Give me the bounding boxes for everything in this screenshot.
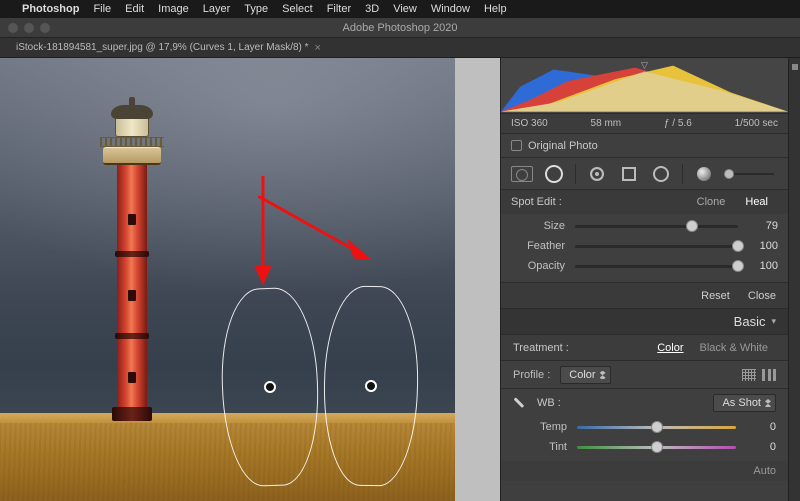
temp-value: 0 bbox=[746, 421, 776, 433]
original-photo-checkbox[interactable] bbox=[511, 140, 522, 151]
reset-button[interactable]: Reset bbox=[701, 290, 730, 302]
wb-sliders: Temp 0 Tint 0 bbox=[501, 417, 788, 461]
radial-tool-icon[interactable] bbox=[650, 163, 672, 185]
document-tabbar: iStock-181894581_super.jpg @ 17,9% (Curv… bbox=[0, 38, 800, 58]
basic-panel-header[interactable]: Basic ▾ bbox=[501, 309, 788, 335]
window-close-icon[interactable] bbox=[8, 23, 18, 33]
document-tab[interactable]: iStock-181894581_super.jpg @ 17,9% (Curv… bbox=[10, 42, 327, 54]
temp-slider[interactable] bbox=[577, 426, 736, 429]
menu-help[interactable]: Help bbox=[484, 3, 507, 15]
annotation-arrow-diag bbox=[258, 196, 378, 276]
menu-3d[interactable]: 3D bbox=[365, 3, 379, 15]
profile-label: Profile : bbox=[513, 369, 550, 381]
spot-edit-sliders: Size 79 Feather 100 Opacity 100 bbox=[501, 214, 788, 283]
treatment-color[interactable]: Color bbox=[649, 340, 691, 356]
treatment-label: Treatment : bbox=[513, 342, 569, 354]
window-title: Adobe Photoshop 2020 bbox=[343, 22, 458, 34]
tint-value: 0 bbox=[746, 441, 776, 453]
profile-select[interactable]: Color bbox=[560, 366, 610, 384]
scroll-up-icon[interactable] bbox=[792, 64, 798, 70]
exif-focal: 58 mm bbox=[591, 118, 622, 129]
spot-edit-header: Spot Edit : Clone Heal bbox=[501, 190, 788, 214]
feather-value: 100 bbox=[748, 240, 778, 252]
menu-type[interactable]: Type bbox=[244, 3, 268, 15]
size-value: 79 bbox=[748, 220, 778, 232]
menu-file[interactable]: File bbox=[93, 3, 111, 15]
original-photo-label: Original Photo bbox=[528, 140, 598, 152]
chevron-down-icon: ▾ bbox=[771, 316, 776, 327]
exif-bar: ISO 360 58 mm ƒ / 5.6 1/500 sec bbox=[501, 114, 788, 134]
original-photo-row[interactable]: Original Photo bbox=[501, 134, 788, 158]
document-tab-label: iStock-181894581_super.jpg @ 17,9% (Curv… bbox=[16, 42, 309, 53]
app-menubar: Photoshop File Edit Image Layer Type Sel… bbox=[0, 0, 800, 18]
clone-mode[interactable]: Clone bbox=[687, 194, 736, 210]
wb-row: WB : As Shot bbox=[501, 389, 788, 417]
profile-grid-icon[interactable] bbox=[742, 369, 756, 381]
opacity-label: Opacity bbox=[511, 260, 565, 272]
profile-list-icon[interactable] bbox=[762, 369, 776, 381]
rect-tool-icon[interactable] bbox=[618, 163, 640, 185]
menu-filter[interactable]: Filter bbox=[327, 3, 351, 15]
exif-aperture: ƒ / 5.6 bbox=[664, 118, 692, 129]
window-traffic-lights bbox=[8, 23, 50, 33]
menu-window[interactable]: Window bbox=[431, 3, 470, 15]
treatment-bw[interactable]: Black & White bbox=[692, 340, 776, 356]
canvas-area[interactable] bbox=[0, 58, 455, 501]
opacity-slider[interactable] bbox=[575, 265, 738, 268]
auto-label: Auto bbox=[753, 465, 776, 477]
spot-pin-icon bbox=[264, 381, 276, 393]
radial-center-icon[interactable] bbox=[586, 163, 608, 185]
profile-row: Profile : Color bbox=[501, 361, 788, 389]
menu-view[interactable]: View bbox=[393, 3, 417, 15]
exif-iso: ISO 360 bbox=[511, 118, 548, 129]
gradient-tool-icon[interactable] bbox=[693, 163, 715, 185]
tool-slider[interactable] bbox=[729, 173, 774, 175]
auto-row[interactable]: Auto bbox=[501, 461, 788, 481]
spot-tool-icon[interactable] bbox=[543, 163, 565, 185]
menu-photoshop[interactable]: Photoshop bbox=[22, 3, 79, 15]
menu-layer[interactable]: Layer bbox=[203, 3, 231, 15]
separator bbox=[575, 164, 576, 184]
treatment-row: Treatment : Color Black & White bbox=[501, 335, 788, 361]
size-label: Size bbox=[511, 220, 565, 232]
histogram[interactable]: ▽ bbox=[501, 58, 788, 114]
tint-slider[interactable] bbox=[577, 446, 736, 449]
close-button[interactable]: Close bbox=[748, 290, 776, 302]
close-tab-icon[interactable]: × bbox=[315, 42, 321, 54]
menu-edit[interactable]: Edit bbox=[125, 3, 144, 15]
canvas-gutter bbox=[455, 58, 500, 501]
spot-pin-icon bbox=[365, 380, 377, 392]
wb-label: WB : bbox=[537, 397, 561, 409]
basic-title: Basic bbox=[734, 314, 766, 329]
menu-image[interactable]: Image bbox=[158, 3, 189, 15]
spot-edit-title: Spot Edit : bbox=[511, 196, 562, 208]
feather-slider[interactable] bbox=[575, 245, 738, 248]
opacity-value: 100 bbox=[748, 260, 778, 272]
menu-select[interactable]: Select bbox=[282, 3, 313, 15]
local-tools-row bbox=[501, 158, 788, 190]
spot-edit-buttons: Reset Close bbox=[501, 283, 788, 309]
temp-label: Temp bbox=[513, 421, 567, 433]
spot-removal-target[interactable] bbox=[322, 285, 419, 487]
tint-label: Tint bbox=[513, 441, 567, 453]
separator bbox=[682, 164, 683, 184]
panel-scrollbar[interactable] bbox=[788, 58, 800, 501]
eyedropper-icon[interactable] bbox=[510, 393, 530, 413]
window-minimize-icon[interactable] bbox=[24, 23, 34, 33]
exif-shutter: 1/500 sec bbox=[735, 118, 778, 129]
size-slider[interactable] bbox=[575, 225, 738, 228]
wb-select[interactable]: As Shot bbox=[713, 394, 776, 412]
crop-tool-icon[interactable] bbox=[511, 163, 533, 185]
heal-mode[interactable]: Heal bbox=[735, 194, 778, 210]
feather-label: Feather bbox=[511, 240, 565, 252]
window-titlebar: Adobe Photoshop 2020 bbox=[0, 18, 800, 38]
window-zoom-icon[interactable] bbox=[40, 23, 50, 33]
image-lighthouse bbox=[97, 111, 167, 421]
develop-panel: ▽ ISO 360 58 mm ƒ / 5.6 1/500 sec Origin… bbox=[500, 58, 788, 501]
